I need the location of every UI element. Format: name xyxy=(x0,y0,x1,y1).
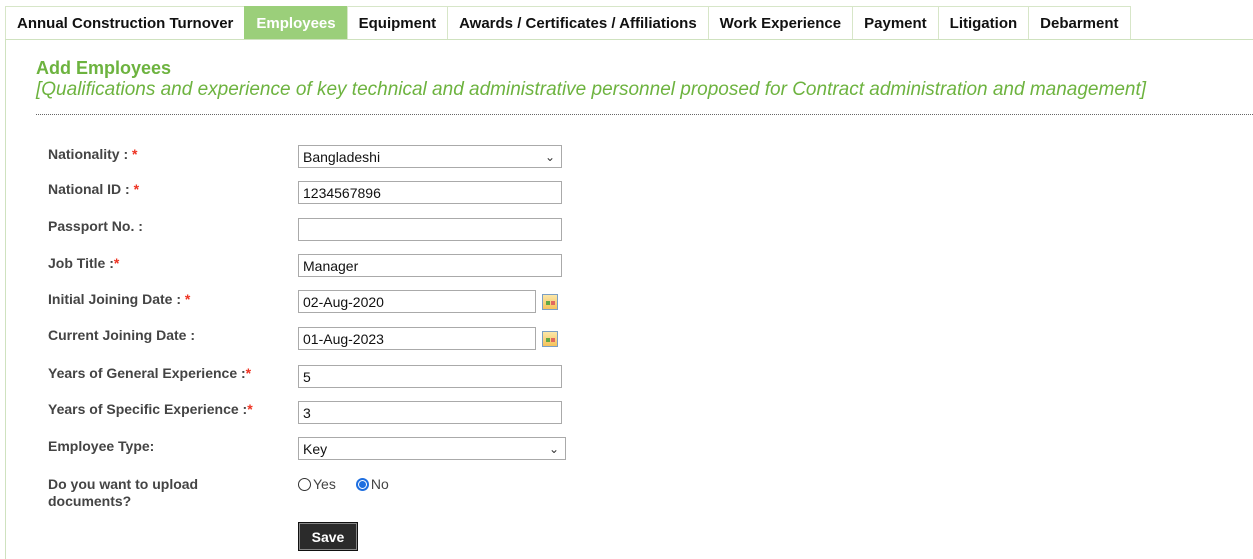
national-id-input[interactable]: 1234567896 xyxy=(298,181,562,204)
specific-experience-value: 3 xyxy=(303,404,311,421)
tab-work-experience[interactable]: Work Experience xyxy=(707,6,853,39)
employee-type-value: Key xyxy=(303,440,328,457)
tab-awards-certificates-affiliations[interactable]: Awards / Certificates / Affiliations xyxy=(447,6,708,39)
upload-documents-label: Do you want to upload documents? xyxy=(48,476,199,509)
national-id-label: National ID : * xyxy=(48,181,140,197)
chevron-down-icon: ⌄ xyxy=(548,441,559,456)
current-joining-date-label: Current Joining Date : xyxy=(48,327,196,343)
initial-joining-date-value: 02-Aug-2020 xyxy=(303,293,384,310)
required-marker: * xyxy=(184,291,191,307)
initial-joining-date-label: Initial Joining Date : * xyxy=(48,291,191,307)
required-marker: * xyxy=(113,255,120,271)
tab-equipment[interactable]: Equipment xyxy=(346,6,448,39)
job-title-value: Manager xyxy=(303,257,359,274)
chevron-down-icon: ⌄ xyxy=(544,149,555,164)
required-marker: * xyxy=(132,146,138,162)
required-marker: * xyxy=(133,181,140,197)
radio-no[interactable] xyxy=(355,477,369,491)
calendar-icon[interactable] xyxy=(542,331,558,347)
calendar-icon[interactable] xyxy=(542,294,558,310)
radio-yes[interactable] xyxy=(298,477,311,491)
page-subtitle: [Qualifications and experience of key te… xyxy=(36,79,1147,100)
tab-annual-construction-turnover[interactable]: Annual Construction Turnover xyxy=(5,6,245,39)
page-title: Add Employees xyxy=(36,58,172,78)
employee-type-label: Employee Type: xyxy=(48,438,155,454)
tab-bar: Annual Construction Turnover Employees E… xyxy=(5,6,1131,39)
specific-experience-label: Years of Specific Experience :* xyxy=(48,401,253,417)
passport-label: Passport No. : xyxy=(48,218,143,234)
current-joining-date-value: 01-Aug-2023 xyxy=(303,330,384,347)
general-experience-input[interactable]: 5 xyxy=(298,365,562,388)
nationality-label: Nationality : * xyxy=(48,146,138,162)
job-title-input[interactable]: Manager xyxy=(298,254,562,277)
general-experience-value: 5 xyxy=(303,368,311,385)
tab-debarment[interactable]: Debarment xyxy=(1028,6,1131,39)
job-title-label: Job Title :* xyxy=(48,255,120,271)
general-experience-label: Years of General Experience :* xyxy=(48,365,252,381)
required-marker: * xyxy=(245,365,252,381)
upload-documents-radio-group: Yes No xyxy=(298,476,389,492)
radio-no-label: No xyxy=(370,476,389,492)
tab-litigation[interactable]: Litigation xyxy=(937,6,1029,39)
initial-joining-date-input[interactable]: 02-Aug-2020 xyxy=(298,290,536,313)
tab-employees[interactable]: Employees xyxy=(244,6,347,39)
national-id-value: 1234567896 xyxy=(303,184,381,201)
passport-input[interactable] xyxy=(298,218,562,241)
nationality-select[interactable]: Bangladeshi ⌄ xyxy=(298,145,562,168)
current-joining-date-input[interactable]: 01-Aug-2023 xyxy=(298,327,536,350)
save-button[interactable]: Save xyxy=(298,522,358,551)
radio-yes-label: Yes xyxy=(313,476,336,492)
tab-payment[interactable]: Payment xyxy=(852,6,938,39)
nationality-value: Bangladeshi xyxy=(303,148,381,165)
divider xyxy=(36,114,1253,115)
specific-experience-input[interactable]: 3 xyxy=(298,401,562,424)
required-marker: * xyxy=(247,401,253,417)
employee-type-select[interactable]: Key ⌄ xyxy=(298,437,566,460)
